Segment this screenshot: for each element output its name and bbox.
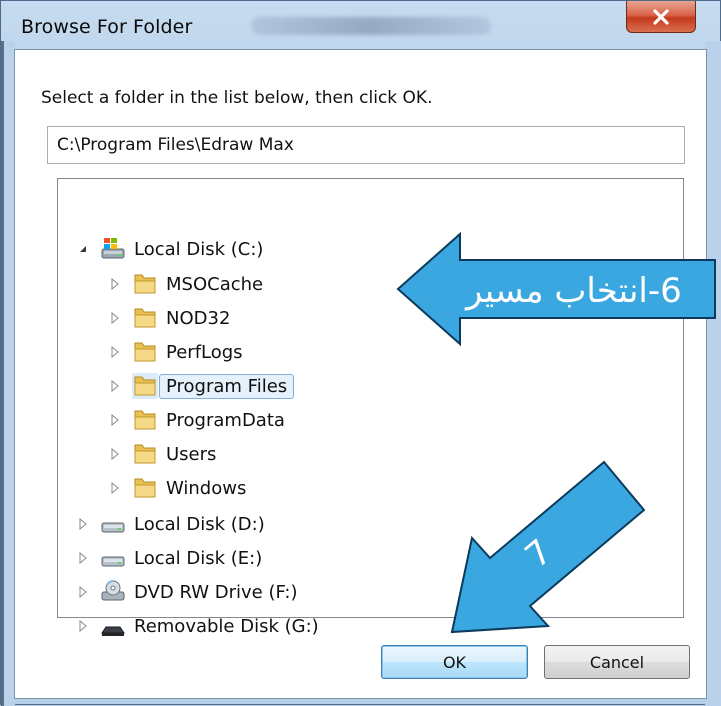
tree-item-label: Users — [166, 443, 217, 465]
tree-item-label: NOD32 — [166, 307, 231, 329]
window-border-right — [705, 41, 721, 706]
tree-item-label: Program Files — [159, 373, 295, 399]
expand-arrow-icon[interactable] — [108, 413, 122, 427]
cancel-button[interactable]: Cancel — [544, 645, 690, 679]
expand-arrow-icon[interactable] — [108, 379, 122, 393]
close-button[interactable] — [626, 1, 696, 33]
tree-item-label: DVD RW Drive (F:) — [134, 581, 298, 603]
folder-icon — [132, 441, 158, 467]
tree-item-nod32[interactable]: NOD32 — [108, 303, 230, 333]
folder-icon — [132, 271, 158, 297]
expand-arrow-icon[interactable] — [108, 277, 122, 291]
window-title: Browse For Folder — [21, 16, 193, 38]
step6-label: 6-انتخاب مسیر — [466, 271, 682, 311]
collapse-arrow-icon[interactable] — [76, 242, 90, 256]
folder-icon — [132, 373, 158, 399]
tree-item-label: ProgramData — [166, 409, 285, 431]
folder-icon — [132, 407, 158, 433]
dialog-client-area: Select a folder in the list below, then … — [14, 49, 707, 699]
hard-drive-icon — [100, 236, 126, 262]
tree-item-label: MSOCache — [166, 273, 264, 295]
background-window-title — [251, 17, 491, 35]
ok-button[interactable]: OK — [381, 645, 528, 679]
expand-arrow-icon[interactable] — [76, 619, 90, 633]
expand-arrow-icon[interactable] — [108, 311, 122, 325]
ok-button-label: OK — [442, 652, 467, 672]
tree-item-local-disk-d[interactable]: Local Disk (D:) — [76, 509, 265, 539]
tree-item-dvd-rw-drive-f[interactable]: DVD RW Drive (F:) — [76, 577, 298, 607]
tree-item-removable-disk-g[interactable]: Removable Disk (G:) — [76, 611, 319, 641]
expand-arrow-icon[interactable] — [108, 481, 122, 495]
tree-item-perflogs[interactable]: PerfLogs — [108, 337, 243, 367]
folder-icon — [132, 305, 158, 331]
removable-drive-icon — [100, 613, 126, 639]
tree-item-msocache[interactable]: MSOCache — [108, 269, 263, 299]
window-border-left — [1, 41, 15, 706]
tree-item-label: Removable Disk (G:) — [134, 615, 319, 637]
tree-item-label: Local Disk (C:) — [134, 238, 264, 260]
tree-item-label: Windows — [166, 477, 247, 499]
expand-arrow-icon[interactable] — [108, 447, 122, 461]
folder-icon — [132, 475, 158, 501]
expand-arrow-icon[interactable] — [76, 517, 90, 531]
cancel-button-label: Cancel — [589, 652, 645, 672]
expand-arrow-icon[interactable] — [76, 585, 90, 599]
tree-item-windows[interactable]: Windows — [108, 473, 246, 503]
tree-item-label: Local Disk (D:) — [134, 513, 265, 535]
instruction-text: Select a folder in the list below, then … — [41, 88, 433, 108]
dialog-window: Browse For Folder Select a folder in the… — [0, 0, 721, 706]
tree-item-local-disk-c[interactable]: Local Disk (C:) — [76, 234, 263, 264]
tree-item-label: PerfLogs — [166, 341, 243, 363]
tree-item-users[interactable]: Users — [108, 439, 216, 469]
tree-item-program-files[interactable]: Program Files — [108, 371, 295, 401]
tree-item-local-disk-e[interactable]: Local Disk (E:) — [76, 543, 262, 573]
dvd-drive-icon — [100, 579, 126, 605]
tree-item-programdata[interactable]: ProgramData — [108, 405, 285, 435]
folder-tree[interactable]: Local Disk (C:) MSOCache NOD32 PerfLogs — [57, 178, 684, 637]
tree-item-label: Local Disk (E:) — [134, 547, 263, 569]
folder-path-field[interactable]: C:\Program Files\Edraw Max — [47, 126, 685, 164]
drive-icon — [100, 545, 126, 571]
expand-arrow-icon[interactable] — [108, 345, 122, 359]
title-bar: Browse For Folder — [1, 1, 721, 49]
drive-icon — [100, 511, 126, 537]
folder-path-value: C:\Program Files\Edraw Max — [57, 135, 294, 155]
folder-icon — [132, 339, 158, 365]
expand-arrow-icon[interactable] — [76, 551, 90, 565]
close-icon — [653, 8, 669, 25]
